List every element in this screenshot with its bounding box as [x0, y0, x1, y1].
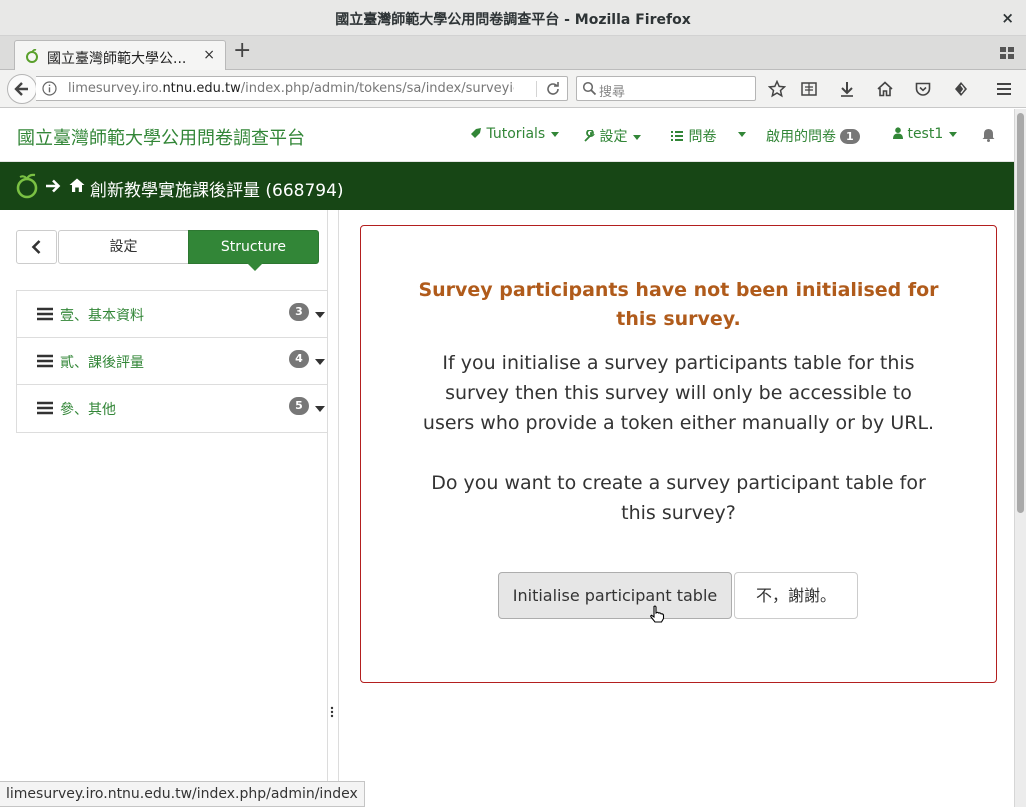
- reading-list-icon[interactable]: [800, 80, 818, 98]
- sidebar-resize-border[interactable]: [327, 210, 328, 781]
- chevron-left-icon: [31, 240, 41, 254]
- question-group-item[interactable]: 參、其他 5: [17, 385, 328, 432]
- window-titlebar: 國立臺灣師範大學公用問卷調查平台 - Mozilla Firefox ×: [0, 0, 1026, 36]
- home-icon[interactable]: [876, 80, 894, 98]
- question-group-list: 壹、基本資料 3 貳、課後評量 4 參、其他 5: [16, 290, 328, 433]
- resize-grip-icon[interactable]: [330, 706, 334, 718]
- new-tab-button[interactable]: +: [233, 40, 251, 62]
- limesurvey-favicon-icon: [26, 49, 38, 63]
- arrow-right-icon: [46, 179, 61, 193]
- surveys-dropdown-toggle[interactable]: [732, 126, 746, 142]
- chevron-down-icon: [633, 134, 642, 140]
- chevron-down-icon: [738, 131, 746, 137]
- page-content: 國立臺灣師範大學公用問卷調查平台 Tutorials 設定 問卷 啟用的問卷 1 …: [0, 109, 1014, 781]
- chevron-down-icon: [551, 131, 560, 137]
- question-group-name[interactable]: 貳、課後評量: [60, 352, 144, 372]
- bell-icon[interactable]: [982, 128, 995, 142]
- no-thanks-button[interactable]: 不，謝謝。: [734, 572, 858, 619]
- limesurvey-logo-icon: [16, 173, 38, 199]
- tab-settings[interactable]: 設定: [58, 230, 189, 264]
- collapse-sidebar-button[interactable]: [16, 230, 57, 264]
- user-menu[interactable]: test1: [893, 126, 958, 142]
- search-placeholder: 搜尋: [599, 85, 626, 100]
- question-group-item[interactable]: 壹、基本資料 3: [17, 291, 328, 338]
- tab-strip: 國立臺灣師範大學公... ×: [0, 36, 1026, 71]
- settings-menu[interactable]: 設定: [583, 126, 642, 146]
- list-icon: [671, 131, 683, 141]
- survey-title-bar: 創新教學實施課後評量 (668794): [0, 162, 1014, 210]
- site-navbar: 國立臺灣師範大學公用問卷調查平台 Tutorials 設定 問卷 啟用的問卷 1 …: [0, 109, 1014, 162]
- sync-icon[interactable]: [952, 80, 970, 98]
- active-surveys-count-badge: 1: [840, 129, 860, 144]
- back-arrow-icon: [14, 82, 28, 96]
- reload-icon[interactable]: [546, 81, 560, 95]
- user-icon: [893, 127, 903, 139]
- surveys-label: 問卷: [688, 129, 717, 145]
- drag-handle-icon[interactable]: [37, 354, 53, 368]
- survey-sidebar: 設定 Structure 壹、基本資料 3 貳、課後評量 4 參、其他 5: [0, 210, 339, 781]
- urlbar-divider: [536, 81, 537, 97]
- wrench-icon: [584, 129, 595, 142]
- scrollbar-thumb[interactable]: [1017, 113, 1024, 513]
- question-group-name[interactable]: 參、其他: [60, 399, 116, 419]
- pocket-icon[interactable]: [914, 80, 932, 98]
- page-scrollbar[interactable]: [1014, 109, 1026, 807]
- settings-label: 設定: [599, 129, 628, 145]
- active-surveys-link[interactable]: 啟用的問卷 1: [766, 126, 860, 146]
- tab-grid-icon[interactable]: [1000, 47, 1014, 59]
- site-info-icon[interactable]: [42, 81, 57, 96]
- user-label: test1: [907, 126, 944, 142]
- question-count-badge: 4: [289, 350, 309, 368]
- url-text: limesurvey.iro.ntnu.edu.tw/index.php/adm…: [68, 81, 514, 96]
- url-domain: ntnu.edu.tw: [162, 81, 241, 96]
- bookmark-star-icon[interactable]: [768, 80, 786, 98]
- active-surveys-label: 啟用的問卷: [766, 129, 836, 145]
- question-count-badge: 3: [289, 303, 309, 321]
- address-bar[interactable]: limesurvey.iro.ntnu.edu.tw/index.php/adm…: [36, 76, 568, 101]
- search-icon: [582, 81, 597, 96]
- home-icon[interactable]: [69, 177, 85, 193]
- question-group-item[interactable]: 貳、課後評量 4: [17, 338, 328, 385]
- downloads-icon[interactable]: [838, 80, 856, 98]
- tab-structure[interactable]: Structure: [188, 230, 319, 271]
- url-path: /index.php/admin/tokens/sa/index/surveyi…: [240, 81, 514, 96]
- tab-title: 國立臺灣師範大學公...: [47, 51, 187, 67]
- hand-cursor-icon: [650, 605, 665, 623]
- initialise-participant-table-button[interactable]: Initialise participant table: [498, 572, 732, 619]
- expand-caret-icon[interactable]: [315, 359, 325, 365]
- chevron-down-icon: [949, 131, 958, 137]
- drag-handle-icon[interactable]: [37, 401, 53, 415]
- question-group-name[interactable]: 壹、基本資料: [60, 305, 144, 325]
- alert-description: If you initialise a survey participants …: [422, 352, 935, 434]
- tutorials-menu[interactable]: Tutorials: [470, 126, 560, 142]
- tab-close-icon[interactable]: ×: [203, 47, 215, 63]
- tutorials-label: Tutorials: [486, 126, 546, 142]
- surveys-menu[interactable]: 問卷: [670, 126, 716, 146]
- alert-question: Do you want to create a survey participa…: [431, 472, 926, 524]
- status-bar-link-preview: limesurvey.iro.ntnu.edu.tw/index.php/adm…: [0, 781, 365, 807]
- rocket-icon: [471, 128, 481, 138]
- site-brand-link[interactable]: 國立臺灣師範大學公用問卷調查平台: [17, 124, 305, 150]
- question-count-badge: 5: [289, 397, 309, 415]
- participants-alert-panel: Survey participants have not been initia…: [360, 225, 997, 683]
- back-button[interactable]: [7, 74, 37, 104]
- expand-caret-icon[interactable]: [315, 312, 325, 318]
- alert-heading: Survey participants have not been initia…: [418, 279, 939, 330]
- url-prefix: limesurvey.iro.: [68, 81, 163, 96]
- hamburger-menu-icon[interactable]: [995, 80, 1013, 98]
- browser-tab[interactable]: 國立臺灣師範大學公... ×: [14, 40, 226, 71]
- drag-handle-icon[interactable]: [37, 307, 53, 321]
- window-close-button[interactable]: ×: [1001, 9, 1014, 27]
- window-title: 國立臺灣師範大學公用問卷調查平台 - Mozilla Firefox: [335, 12, 691, 28]
- expand-caret-icon[interactable]: [315, 406, 325, 412]
- survey-title[interactable]: 創新教學實施課後評量 (668794): [90, 176, 344, 201]
- search-bar[interactable]: 搜尋: [576, 76, 756, 101]
